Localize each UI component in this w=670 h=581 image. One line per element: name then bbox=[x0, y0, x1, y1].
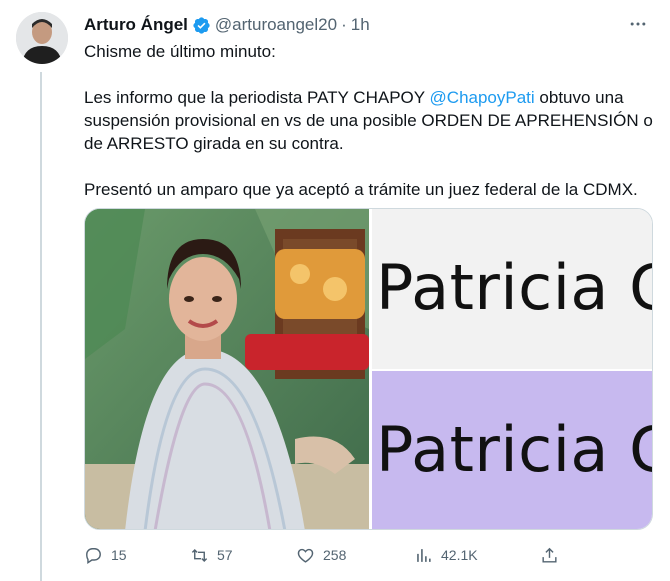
like-button[interactable]: 258 bbox=[296, 542, 346, 568]
retweet-count: 57 bbox=[217, 547, 233, 563]
share-button[interactable] bbox=[540, 542, 559, 568]
like-count: 258 bbox=[323, 547, 347, 563]
retweet-button[interactable]: 57 bbox=[190, 542, 233, 568]
tweet-line: Les informo que la periodista PATY CHAPO… bbox=[84, 88, 425, 107]
photo-paty-chapoy[interactable] bbox=[85, 209, 369, 529]
avatar[interactable] bbox=[16, 12, 68, 64]
views-button[interactable]: 42.1K bbox=[414, 542, 478, 568]
timestamp[interactable]: 1h bbox=[351, 15, 370, 35]
reply-count: 15 bbox=[111, 547, 127, 563]
tweet-line: Presentó un amparo que ya aceptó a trámi… bbox=[84, 180, 638, 199]
retweet-icon bbox=[191, 548, 208, 562]
tweet-header: Arturo Ángel @arturoangel20 · 1h bbox=[84, 13, 654, 37]
more-icon[interactable] bbox=[622, 8, 654, 40]
share-icon bbox=[542, 547, 557, 563]
image-text: Patricia C bbox=[376, 251, 653, 324]
reply-button[interactable]: 15 bbox=[84, 542, 127, 568]
like-icon bbox=[297, 548, 314, 563]
author-name[interactable]: Arturo Ángel bbox=[84, 15, 188, 35]
image-text: Patricia C bbox=[376, 413, 653, 486]
tweet-line: Chisme de último minuto: bbox=[84, 42, 276, 61]
verified-badge-icon bbox=[192, 16, 211, 35]
author-handle[interactable]: @arturoangel20 bbox=[215, 15, 337, 35]
media-grid[interactable]: Patricia C Patricia C bbox=[84, 208, 653, 530]
reply-icon bbox=[86, 547, 101, 564]
tweet-paragraph: Les informo que la periodista PATY CHAPO… bbox=[84, 86, 659, 155]
action-bar: 15 57 258 42.1K bbox=[84, 542, 564, 568]
image-name-purple[interactable]: Patricia C bbox=[372, 371, 653, 529]
views-icon bbox=[417, 548, 431, 562]
mention-link[interactable]: @ChapoyPati bbox=[430, 88, 535, 107]
image-name-light[interactable]: Patricia C bbox=[372, 209, 653, 371]
views-count: 42.1K bbox=[441, 547, 478, 563]
thread-line bbox=[40, 72, 42, 581]
tweet-text: Chisme de último minuto: Les informo que… bbox=[84, 40, 659, 201]
separator: · bbox=[341, 15, 347, 34]
